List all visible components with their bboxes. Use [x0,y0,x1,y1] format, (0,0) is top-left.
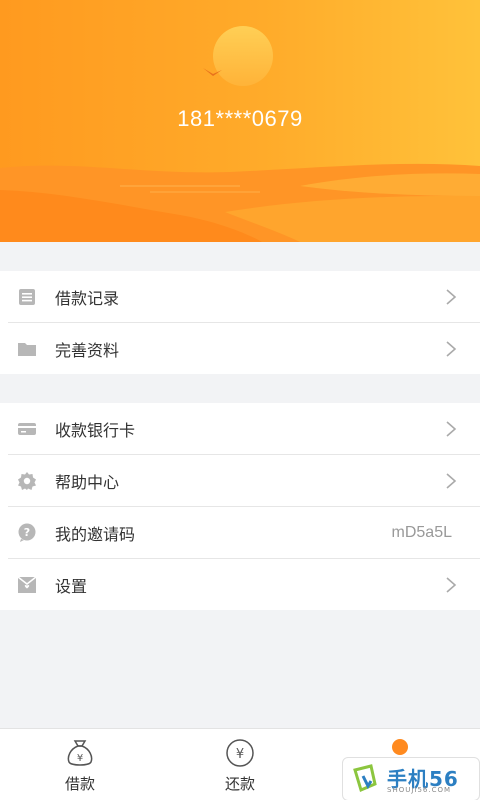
watermark-subtext: SHOUJI56.COM [387,786,452,794]
chevron-right-icon [446,576,457,593]
tab-label: 借款 [64,775,95,793]
menu-item-label: 借款记录 [55,288,120,308]
tab-label: 还款 [224,775,255,793]
menu-group-1: 借款记录 完善资料 [0,271,480,374]
chevron-right-icon [446,420,457,437]
tab-borrow[interactable]: ¥ 借款 [0,729,160,800]
svg-text:¥: ¥ [236,747,244,762]
invite-code-value: mD5a5L [391,523,452,541]
menu-item-loan-records[interactable]: 借款记录 [8,271,480,323]
profile-banner: 181****0679 [0,0,480,242]
menu-item-label: 收款银行卡 [55,420,136,440]
profile-page: 181****0679 借款记录 完善资料 收款银行卡 帮助中心 ? 我的邀请码… [0,0,480,800]
menu-item-label: 设置 [55,576,88,596]
yen-circle-icon: ¥ [226,739,254,767]
menu-item-label: 完善资料 [55,340,120,360]
card-icon [16,418,38,440]
chevron-right-icon [446,340,457,357]
folder-icon [16,338,38,360]
phone-logo-icon [353,764,377,793]
menu-item-settings[interactable]: 设置 [8,559,480,610]
menu-group-2: 收款银行卡 帮助中心 ? 我的邀请码 mD5a5L 设置 [0,403,480,610]
watermark-logo: 手机56 SHOUJI56.COM [342,757,480,800]
money-bag-icon: ¥ [67,740,93,766]
gear-icon [16,470,38,492]
menu-item-complete-profile[interactable]: 完善资料 [8,323,480,374]
question-icon: ? [16,522,38,544]
menu-item-invite-code[interactable]: ? 我的邀请码 mD5a5L [8,507,480,559]
settings-box-icon [16,574,38,596]
list-icon [16,286,38,308]
menu-item-label: 帮助中心 [55,472,120,492]
svg-text:?: ? [24,526,30,539]
menu-item-bank-card[interactable]: 收款银行卡 [8,403,480,455]
svg-text:¥: ¥ [77,753,83,764]
chevron-right-icon [446,288,457,305]
user-phone: 181****0679 [177,106,303,131]
tab-repay[interactable]: ¥ 还款 [160,729,320,800]
chevron-right-icon [446,472,457,489]
menu-item-help-center[interactable]: 帮助中心 [8,455,480,507]
menu-item-label: 我的邀请码 [55,524,136,544]
